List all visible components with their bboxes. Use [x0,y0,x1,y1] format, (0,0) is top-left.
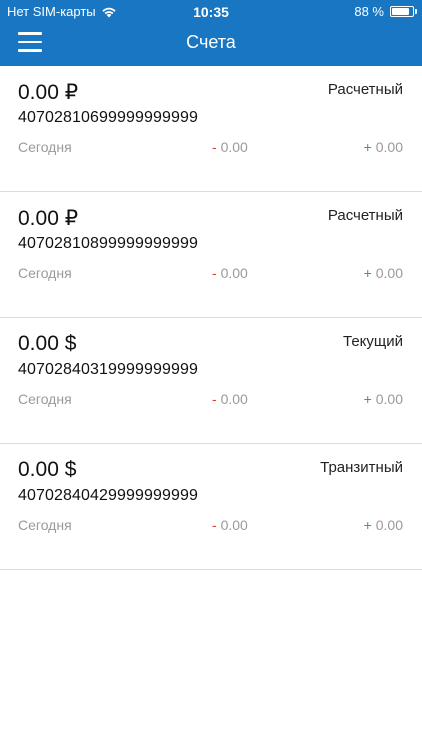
account-balance: 0.00 $ [18,332,77,355]
account-type: Расчетный [327,207,403,224]
account-debit: - 0.00 [212,139,248,155]
debit-amount: 0.00 [220,391,248,407]
credit-sign: + [363,391,372,407]
credit-amount: 0.00 [375,517,403,533]
battery-percent: 88 % [354,4,384,19]
account-card[interactable]: 0.00 $ Текущий 40702840319999999999 Сего… [0,318,422,444]
account-credit: + 0.00 [364,391,403,407]
account-date: Сегодня [18,391,72,407]
accounts-list: 0.00 ₽ Расчетный 40702810699999999999 Се… [0,66,422,570]
battery-icon [390,6,417,17]
debit-amount: 0.00 [220,265,248,281]
account-balance: 0.00 ₽ [18,207,79,230]
debit-sign: - [212,391,217,407]
page-title: Счета [186,32,236,52]
credit-amount: 0.00 [375,391,403,407]
debit-amount: 0.00 [220,517,248,533]
account-number: 40702810699999999999 [18,109,198,126]
nav-bar: Счета [0,22,422,66]
credit-sign: + [363,517,372,533]
account-number: 40702840429999999999 [18,487,198,504]
account-date: Сегодня [18,139,72,155]
account-card[interactable]: 0.00 ₽ Расчетный 40702810699999999999 Се… [0,66,422,192]
account-type: Транзитный [320,459,403,476]
account-type: Текущий [343,333,403,350]
account-credit: + 0.00 [364,139,403,155]
account-balance: 0.00 $ [18,458,77,481]
account-debit: - 0.00 [212,517,248,533]
account-number: 40702810899999999999 [18,235,198,252]
account-date: Сегодня [18,517,72,533]
debit-sign: - [212,265,217,281]
debit-amount: 0.00 [220,139,248,155]
debit-sign: - [212,139,217,155]
credit-sign: + [363,139,372,155]
account-debit: - 0.00 [212,391,248,407]
credit-amount: 0.00 [375,265,403,281]
account-number: 40702840319999999999 [18,361,198,378]
status-bar: Нет SIM-карты 10:35 88 % [0,0,422,22]
account-credit: + 0.00 [364,517,403,533]
app-root: Нет SIM-карты 10:35 88 % Счета 0.00 ₽ Ра… [0,0,422,750]
account-card[interactable]: 0.00 $ Транзитный 40702840429999999999 С… [0,444,422,570]
account-date: Сегодня [18,265,72,281]
credit-sign: + [363,265,372,281]
status-battery-group: 88 % [354,4,417,19]
credit-amount: 0.00 [375,139,403,155]
account-credit: + 0.00 [364,265,403,281]
debit-sign: - [212,517,217,533]
account-balance: 0.00 ₽ [18,81,79,104]
account-debit: - 0.00 [212,265,248,281]
header: Нет SIM-карты 10:35 88 % Счета [0,0,422,66]
account-type: Расчетный [327,81,403,98]
account-card[interactable]: 0.00 ₽ Расчетный 40702810899999999999 Се… [0,192,422,318]
